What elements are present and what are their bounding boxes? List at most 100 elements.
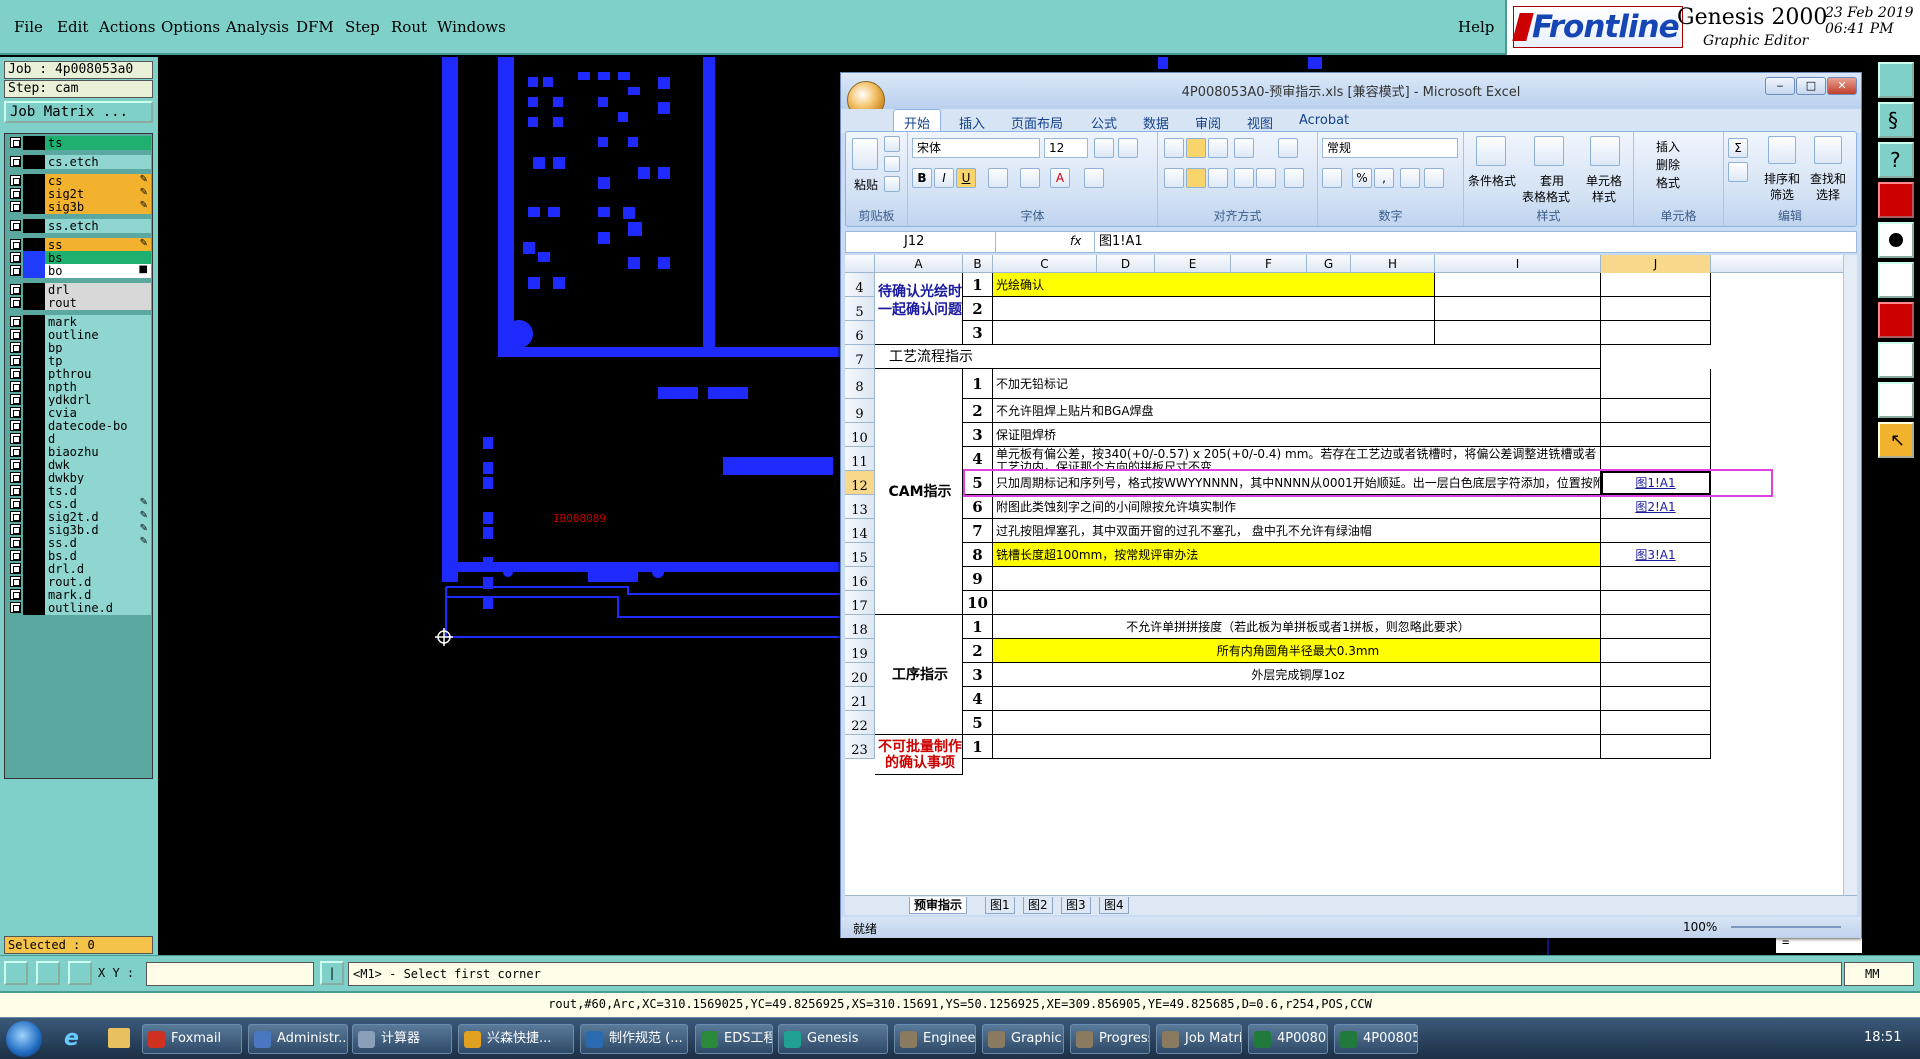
cell[interactable] <box>1601 273 1711 297</box>
layer-color-swatch[interactable] <box>23 315 45 329</box>
cell[interactable] <box>1601 615 1711 639</box>
cell[interactable] <box>1601 399 1711 423</box>
ie-icon[interactable]: e <box>64 1026 90 1052</box>
layer-row[interactable]: npth <box>8 380 151 394</box>
instruction-cell[interactable] <box>993 687 1601 711</box>
layer-row[interactable]: ydkdrl <box>8 393 151 407</box>
layer-checkbox[interactable] <box>10 220 21 231</box>
layer-checkbox[interactable] <box>10 316 21 327</box>
cell[interactable] <box>1601 735 1711 759</box>
layer-color-swatch[interactable] <box>23 601 45 615</box>
layer-row[interactable]: sig2t ✎ <box>8 187 151 201</box>
layer-row[interactable]: bo ■ <box>8 264 151 278</box>
layer-color-swatch[interactable] <box>23 510 45 524</box>
row-header[interactable]: 13 <box>845 495 875 519</box>
layer-checkbox[interactable] <box>10 175 21 186</box>
layer-name[interactable]: drl.d <box>45 562 151 576</box>
align-left-icon[interactable] <box>1164 168 1184 188</box>
layer-row[interactable]: dwkby <box>8 471 151 485</box>
cell[interactable] <box>1435 297 1601 321</box>
item-number[interactable]: 3 <box>963 423 993 447</box>
col-header[interactable]: G <box>1307 255 1351 273</box>
layer-checkbox[interactable] <box>10 252 21 263</box>
layer-color-swatch[interactable] <box>23 419 45 433</box>
layer-checkbox[interactable] <box>10 188 21 199</box>
layer-checkbox[interactable] <box>10 524 21 535</box>
layer-color-swatch[interactable] <box>23 588 45 602</box>
layer-color-swatch[interactable] <box>23 380 45 394</box>
cond-format-icon[interactable] <box>1476 136 1506 166</box>
layer-checkbox[interactable] <box>10 563 21 574</box>
row-header[interactable]: 12 <box>845 471 875 495</box>
layer-checkbox[interactable] <box>10 394 21 405</box>
layer-color-swatch[interactable] <box>23 471 45 485</box>
align-middle-icon[interactable] <box>1186 138 1206 158</box>
item-number[interactable]: 3 <box>963 663 993 687</box>
currency-icon[interactable] <box>1322 168 1342 188</box>
cell[interactable] <box>1435 273 1601 297</box>
row-header[interactable]: 11 <box>845 447 875 471</box>
layer-checkbox[interactable] <box>10 329 21 340</box>
layer-name[interactable]: pthrou <box>45 367 151 381</box>
cell-style-icon[interactable] <box>1590 136 1620 166</box>
measure-tool-button[interactable] <box>36 961 60 985</box>
instruction-cell[interactable]: 不加无铅标记 <box>993 369 1601 399</box>
percent-icon[interactable]: % <box>1352 168 1372 188</box>
format-cells-button[interactable]: 格式 <box>1656 174 1680 191</box>
menu-help[interactable]: Help <box>1458 18 1494 36</box>
cell[interactable] <box>1601 567 1711 591</box>
tool-grid-button[interactable] <box>1878 62 1914 98</box>
hyperlink-cell[interactable]: 图2!A1 <box>1601 495 1711 519</box>
item-number[interactable]: 4 <box>963 687 993 711</box>
layer-row[interactable]: bp <box>8 341 151 355</box>
layer-row[interactable]: rout.d <box>8 575 151 589</box>
find-icon[interactable] <box>1814 136 1842 164</box>
layer-row[interactable]: d <box>8 432 151 446</box>
item-number[interactable]: 2 <box>963 297 993 321</box>
tab-data[interactable]: 数据 <box>1143 113 1169 132</box>
layer-checkbox[interactable] <box>10 550 21 561</box>
layer-color-swatch[interactable] <box>23 174 45 188</box>
snap-tool-button[interactable] <box>4 961 28 985</box>
menu-step[interactable]: Step <box>345 18 380 36</box>
layer-row[interactable]: biaozhu <box>8 445 151 459</box>
item-number[interactable]: 5 <box>963 711 993 735</box>
item-number[interactable]: 4 <box>963 447 993 471</box>
wrap-text-icon[interactable] <box>1278 138 1298 158</box>
layer-row[interactable]: drl <box>8 283 151 297</box>
item-number[interactable]: 5 <box>963 471 993 495</box>
formula-input[interactable]: 图1!A1 <box>1094 232 1143 252</box>
section-cam[interactable]: CAM指示 <box>875 369 963 615</box>
layer-color-swatch[interactable] <box>23 458 45 472</box>
layer-name[interactable]: sig3b.d <box>45 523 151 537</box>
row-header[interactable]: 8 <box>845 369 875 399</box>
section-process[interactable]: 工艺流程指示 <box>875 345 1601 369</box>
layer-checkbox[interactable] <box>10 355 21 366</box>
layer-color-swatch[interactable] <box>23 432 45 446</box>
cell[interactable] <box>1601 591 1711 615</box>
taskbar-item[interactable]: EDS工程... <box>695 1024 773 1054</box>
layer-name[interactable]: bs.d <box>45 549 151 563</box>
tool-line-button[interactable] <box>1878 262 1914 298</box>
layer-name[interactable]: d <box>45 432 151 446</box>
sheet-tab-fig3[interactable]: 图3 <box>1061 897 1091 914</box>
layer-name[interactable]: sig3b <box>45 200 151 214</box>
row-header[interactable]: 18 <box>845 615 875 639</box>
layer-row[interactable]: rout <box>8 296 151 310</box>
col-header[interactable]: D <box>1097 255 1155 273</box>
cell[interactable] <box>1601 447 1711 471</box>
layer-color-swatch[interactable] <box>23 562 45 576</box>
layer-checkbox[interactable] <box>10 407 21 418</box>
sheet-tab-fig1[interactable]: 图1 <box>985 897 1015 914</box>
layer-color-swatch[interactable] <box>23 296 45 310</box>
layer-name[interactable]: outline.d <box>45 601 151 615</box>
taskbar-item[interactable]: Engineeri... <box>894 1024 976 1054</box>
layer-name[interactable]: dwk <box>45 458 151 472</box>
grid-tool-button[interactable] <box>68 961 92 985</box>
layer-checkbox[interactable] <box>10 602 21 613</box>
tool-ff-button[interactable] <box>1878 302 1914 338</box>
section-confirm[interactable]: 待确认光绘时一起确认问题 <box>875 273 963 345</box>
layer-row[interactable]: mark <box>8 315 151 329</box>
sort-label[interactable]: 筛选 <box>1770 186 1794 203</box>
layer-name[interactable]: cs.d <box>45 497 151 511</box>
